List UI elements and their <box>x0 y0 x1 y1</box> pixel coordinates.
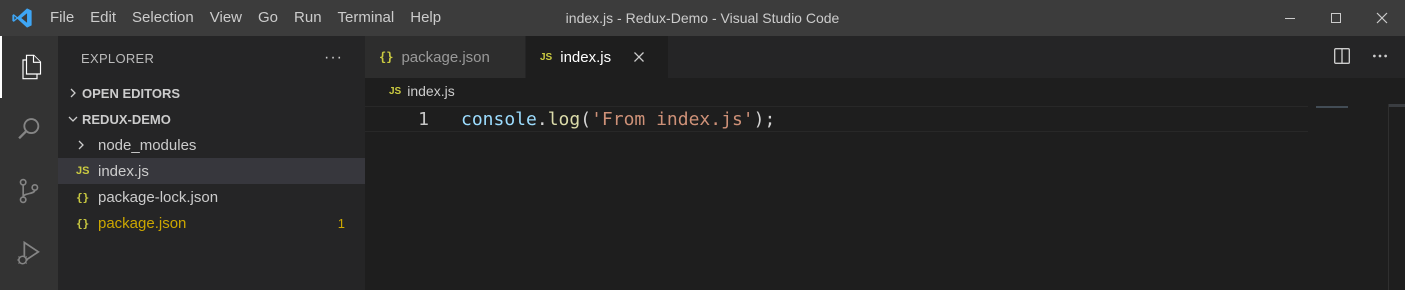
tree-item-label: package.json <box>98 214 187 232</box>
open-editors-label: OPEN EDITORS <box>82 85 181 101</box>
menu-go[interactable]: Go <box>250 0 286 36</box>
token-close-paren: ) <box>753 108 765 130</box>
more-icon <box>1373 54 1387 57</box>
tree-item-label: package-lock.json <box>98 188 219 206</box>
minimize-button[interactable] <box>1267 0 1313 36</box>
chevron-right-icon <box>76 140 98 150</box>
menu-help[interactable]: Help <box>402 0 449 36</box>
tree-item-label: index.js <box>98 162 149 180</box>
menu-terminal[interactable]: Terminal <box>330 0 403 36</box>
explorer-sidebar: EXPLORER ··· OPEN EDITORS REDUX-DEMO nod… <box>58 36 365 290</box>
menu-selection[interactable]: Selection <box>124 0 202 36</box>
split-editor-button[interactable] <box>1333 47 1351 68</box>
title-bar: File Edit Selection View Go Run Terminal… <box>0 0 1405 36</box>
close-icon <box>634 52 645 62</box>
project-label: REDUX-DEMO <box>82 111 171 127</box>
tab-package-json[interactable]: {} package.json <box>365 36 525 78</box>
close-icon <box>1376 12 1388 24</box>
tree-item-index-js[interactable]: JS index.js <box>58 158 365 184</box>
chevron-down-icon <box>64 114 82 124</box>
source-control-icon <box>19 178 39 204</box>
split-editor-icon <box>1334 47 1350 64</box>
more-editor-actions-button[interactable] <box>1371 47 1389 68</box>
tree-item-package-json[interactable]: {} package.json 1 <box>58 210 365 236</box>
tree-item-label: node_modules <box>98 136 197 154</box>
close-window-button[interactable] <box>1359 0 1405 36</box>
chevron-right-icon <box>64 88 82 98</box>
token-open-paren: ( <box>580 108 592 130</box>
project-section[interactable]: REDUX-DEMO <box>58 106 365 132</box>
token-string: 'From index.js' <box>591 108 754 130</box>
menu-file[interactable]: File <box>44 0 82 36</box>
token-semicolon: ; <box>764 108 776 130</box>
token-dot: . <box>536 108 548 130</box>
token-function: log <box>547 108 581 130</box>
tree-item-node-modules[interactable]: node_modules <box>58 132 365 158</box>
problems-badge: 1 <box>337 215 345 231</box>
maximize-icon <box>1331 13 1341 23</box>
overview-ruler-mark <box>1389 104 1405 107</box>
vertical-scrollbar[interactable] <box>1388 104 1389 290</box>
search-icon <box>18 118 40 140</box>
minimize-icon <box>1285 18 1295 19</box>
minimap-line <box>1316 106 1348 108</box>
activity-run-debug[interactable] <box>0 222 58 284</box>
maximize-button[interactable] <box>1313 0 1359 36</box>
more-actions-button[interactable]: ··· <box>324 49 343 67</box>
activity-bar <box>0 36 58 290</box>
js-file-icon: JS <box>389 85 402 97</box>
token-object: console <box>461 108 537 130</box>
breadcrumb: JS index.js <box>365 78 1405 104</box>
tab-label: index.js <box>560 48 612 66</box>
json-file-icon: {} <box>76 216 90 230</box>
vscode-logo-icon[interactable] <box>0 0 44 36</box>
tab-index-js[interactable]: JS index.js <box>526 36 668 78</box>
activity-search[interactable] <box>0 98 58 160</box>
activity-explorer[interactable] <box>0 36 58 98</box>
minimap[interactable] <box>1308 104 1405 290</box>
js-file-icon: JS <box>76 165 90 177</box>
menu-edit[interactable]: Edit <box>82 0 124 36</box>
line-number: 1 <box>418 108 429 130</box>
close-tab-button[interactable] <box>633 51 645 63</box>
tree-item-package-lock-json[interactable]: {} package-lock.json <box>58 184 365 210</box>
js-file-icon: JS <box>540 51 553 63</box>
code-line[interactable]: 1 console.log('From index.js'); <box>365 106 1308 132</box>
editor-tabs-bar: {} package.json JS index.js <box>365 36 1405 78</box>
breadcrumb-file[interactable]: index.js <box>407 83 454 99</box>
editor-actions <box>1333 36 1389 78</box>
window-controls <box>1267 0 1405 36</box>
activity-source-control[interactable] <box>0 160 58 222</box>
run-debug-icon <box>17 240 40 265</box>
menu-view[interactable]: View <box>202 0 250 36</box>
open-editors-section[interactable]: OPEN EDITORS <box>58 80 365 106</box>
tab-label: package.json <box>401 48 490 66</box>
menu-bar: File Edit Selection View Go Run Terminal… <box>44 0 449 36</box>
json-file-icon: {} <box>379 50 394 64</box>
code-text: console.log('From index.js'); <box>461 109 775 130</box>
menu-run[interactable]: Run <box>286 0 330 36</box>
code-editor[interactable]: 1 console.log('From index.js'); <box>365 104 1308 290</box>
explorer-header: EXPLORER ··· <box>58 36 365 80</box>
explorer-icon <box>22 54 42 80</box>
json-file-icon: {} <box>76 190 90 204</box>
explorer-title: EXPLORER <box>81 50 155 66</box>
